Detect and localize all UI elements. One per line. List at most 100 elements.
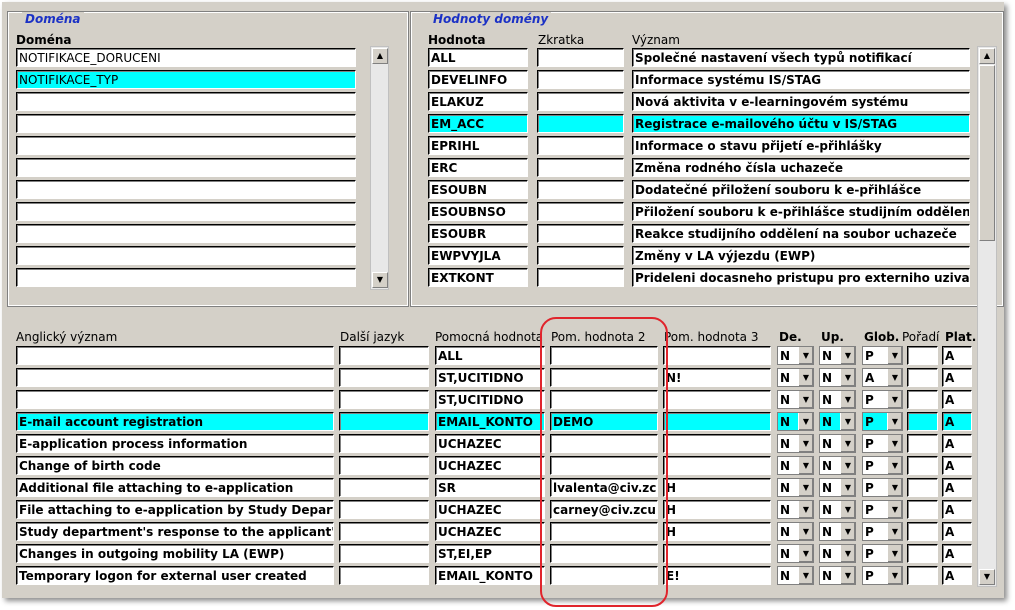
chevron-down-icon[interactable]: ▼ [798,545,813,562]
chevron-down-icon[interactable]: ▼ [887,391,902,408]
up-select[interactable]: N ▼ [819,544,856,563]
chevron-down-icon[interactable]: ▼ [798,457,813,474]
chevron-down-icon[interactable]: ▼ [798,369,813,386]
anglicky-vyznam-cell[interactable]: Changes in outgoing mobility LA (EWP) [16,544,334,563]
hodnota-cell[interactable]: ESOUBNSO [428,202,528,221]
hodnota-cell[interactable]: ESOUBN [428,180,528,199]
vyznam-cell[interactable]: Změna rodného čísla uchazeče [632,158,970,177]
poradi-cell[interactable] [907,434,938,453]
zkratka-cell[interactable] [537,268,624,287]
chevron-down-icon[interactable]: ▼ [887,545,902,562]
dalsi-jazyk-cell[interactable] [339,522,429,541]
domena-item[interactable]: NOTIFIKACE_TYP [16,70,356,89]
domena-item[interactable] [16,268,356,287]
pomocna-hodnota-cell[interactable]: ST,UCITIDNO [435,368,545,387]
up-select[interactable]: N ▼ [819,500,856,519]
chevron-down-icon[interactable]: ▼ [840,545,855,562]
chevron-down-icon[interactable]: ▼ [798,413,813,430]
glob-select[interactable]: P ▼ [862,434,903,453]
plat-cell[interactable]: A [942,566,972,585]
chevron-down-icon[interactable]: ▼ [840,457,855,474]
de-select[interactable]: N ▼ [777,456,814,475]
zkratka-cell[interactable] [537,224,624,243]
vyznam-cell[interactable]: Společné nastavení všech typů notifikací [632,48,970,67]
de-select[interactable]: N ▼ [777,478,814,497]
anglicky-vyznam-cell[interactable]: E-application process information [16,434,334,453]
domena-item[interactable] [16,202,356,221]
vyznam-cell[interactable]: Nová aktivita v e-learningovém systému [632,92,970,111]
glob-select[interactable]: P ▼ [862,478,903,497]
glob-select[interactable]: P ▼ [862,522,903,541]
glob-select[interactable]: P ▼ [862,412,903,431]
plat-cell[interactable]: A [942,390,972,409]
zkratka-cell[interactable] [537,180,624,199]
domena-item[interactable] [16,180,356,199]
chevron-down-icon[interactable]: ▼ [840,435,855,452]
chevron-down-icon[interactable]: ▼ [840,479,855,496]
dalsi-jazyk-cell[interactable] [339,544,429,563]
pom-hodnota-3-cell[interactable] [663,434,771,453]
zkratka-cell[interactable] [537,114,624,133]
up-select[interactable]: N ▼ [819,434,856,453]
plat-cell[interactable]: A [942,522,972,541]
chevron-down-icon[interactable]: ▼ [798,435,813,452]
chevron-down-icon[interactable]: ▼ [798,501,813,518]
hodnota-cell[interactable]: ALL [428,48,528,67]
anglicky-vyznam-cell[interactable] [16,346,334,365]
dalsi-jazyk-cell[interactable] [339,346,429,365]
de-select[interactable]: N ▼ [777,390,814,409]
plat-cell[interactable]: A [942,478,972,497]
de-select[interactable]: N ▼ [777,412,814,431]
pom-hodnota-3-cell[interactable]: N! [663,368,771,387]
chevron-down-icon[interactable]: ▼ [798,479,813,496]
plat-cell[interactable]: A [942,368,972,387]
dalsi-jazyk-cell[interactable] [339,566,429,585]
up-select[interactable]: N ▼ [819,456,856,475]
up-select[interactable]: N ▼ [819,566,856,585]
poradi-cell[interactable] [907,368,938,387]
scroll-up-icon[interactable]: ▲ [979,48,995,64]
dalsi-jazyk-cell[interactable] [339,368,429,387]
chevron-down-icon[interactable]: ▼ [840,391,855,408]
hodnota-cell[interactable]: ESOUBR [428,224,528,243]
vyznam-cell[interactable]: Změny v LA výjezdu (EWP) [632,246,970,265]
glob-select[interactable]: P ▼ [862,456,903,475]
poradi-cell[interactable] [907,566,938,585]
poradi-cell[interactable] [907,478,938,497]
de-select[interactable]: N ▼ [777,566,814,585]
vyznam-cell[interactable]: Informace o stavu přijetí e-přihlášky [632,136,970,155]
poradi-cell[interactable] [907,544,938,563]
chevron-down-icon[interactable]: ▼ [840,369,855,386]
anglicky-vyznam-cell[interactable]: Change of birth code [16,456,334,475]
poradi-cell[interactable] [907,456,938,475]
pom-hodnota-3-cell[interactable]: H [663,478,771,497]
scroll-down-icon[interactable]: ▼ [372,272,388,288]
pom-hodnota-3-cell[interactable] [663,544,771,563]
poradi-cell[interactable] [907,500,938,519]
chevron-down-icon[interactable]: ▼ [798,347,813,364]
glob-select[interactable]: P ▼ [862,500,903,519]
up-select[interactable]: N ▼ [819,390,856,409]
anglicky-vyznam-cell[interactable] [16,390,334,409]
glob-select[interactable]: A ▼ [862,368,903,387]
poradi-cell[interactable] [907,346,938,365]
de-select[interactable]: N ▼ [777,522,814,541]
zkratka-cell[interactable] [537,136,624,155]
chevron-down-icon[interactable]: ▼ [887,501,902,518]
up-select[interactable]: N ▼ [819,478,856,497]
plat-cell[interactable]: A [942,500,972,519]
zkratka-cell[interactable] [537,202,624,221]
anglicky-vyznam-cell[interactable]: Study department's response to the appli… [16,522,334,541]
glob-select[interactable]: P ▼ [862,566,903,585]
hodnota-cell[interactable]: EXTKONT [428,268,528,287]
chevron-down-icon[interactable]: ▼ [887,347,902,364]
scroll-up-icon[interactable]: ▲ [372,48,388,64]
zkratka-cell[interactable] [537,246,624,265]
up-select[interactable]: N ▼ [819,522,856,541]
pomocna-hodnota-cell[interactable]: UCHAZEC [435,434,545,453]
domena-item[interactable] [16,114,356,133]
zkratka-cell[interactable] [537,158,624,177]
chevron-down-icon[interactable]: ▼ [887,435,902,452]
chevron-down-icon[interactable]: ▼ [798,523,813,540]
scroll-down-icon[interactable]: ▼ [979,569,995,585]
